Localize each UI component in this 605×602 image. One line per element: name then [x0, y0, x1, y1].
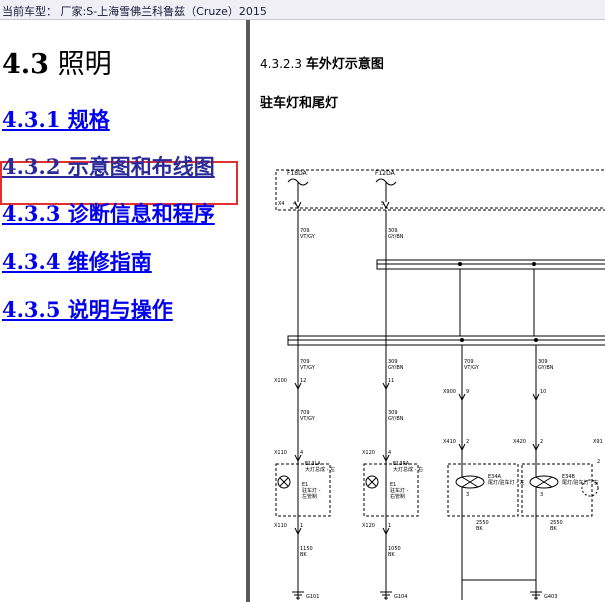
pin-x420-b: 3	[540, 492, 543, 498]
connector-x110-label: X110	[274, 450, 287, 456]
chapter-number: 4.3	[2, 49, 49, 80]
connector-x4-label: X4	[278, 201, 285, 207]
splice-dot-3	[460, 338, 464, 342]
pin-x410-a: 2	[466, 439, 469, 445]
fuse-block-outline	[275, 169, 605, 211]
wire-w6-color: GY/BN	[538, 365, 554, 371]
toc-link-repair[interactable]: 4.3.4 维修指南	[2, 246, 152, 276]
splice-dot-4	[534, 338, 538, 342]
wire-w4-color: GY/BN	[388, 365, 404, 371]
toc-link-diagnostics[interactable]: 4.3.3 诊断信息和程序	[2, 198, 215, 228]
toc-link-specs[interactable]: 4.3.1 规格	[2, 104, 110, 134]
lamp-name-mid: 大灯总成 - 右	[393, 466, 423, 473]
connector-x420-label: X420	[513, 439, 526, 445]
toc-link-schematics[interactable]: 4.3.2 示意图和布线图	[2, 151, 215, 181]
pin-x900-a: 9	[466, 389, 469, 395]
wire-w3-color: VT/GY	[300, 365, 316, 371]
lamp-name-tail-right: 尾灯/驻车灯 - 右	[562, 479, 599, 486]
toc-link-description[interactable]: 4.3.5 说明与操作	[2, 294, 173, 324]
pin-x410-b: 3	[466, 492, 469, 498]
ground-label-g403: G403	[544, 594, 557, 600]
fuse-label-1: F18DA	[287, 170, 308, 177]
lamp-box-tail-left	[447, 463, 519, 517]
lamp-name-tail-left: 尾灯/驻车灯 - 左	[488, 479, 525, 486]
lamp-box-tail-right	[521, 463, 593, 517]
chapter-title: 照明	[57, 49, 112, 80]
tail-bulb-left	[455, 475, 485, 489]
ground-label-g104: G104	[394, 594, 407, 600]
connector-x110-lower-label: X110	[274, 523, 287, 529]
content-pane: 4.3.2.3 车外灯示意图 驻车灯和尾灯 F18DA F12DA X4 4 5…	[250, 20, 605, 602]
wire-w10-color: BK	[388, 552, 395, 558]
splice-dot-1	[458, 262, 462, 266]
wire-w7-color: VT/GY	[300, 416, 316, 422]
wire-w1-color: VT/GY	[300, 234, 316, 240]
ground-label-g101: G101	[306, 594, 319, 600]
pin-x420-a: 2	[540, 439, 543, 445]
connector-x120-lower-label: X120	[362, 523, 375, 529]
connector-x900-label: X900	[443, 389, 456, 395]
connector-x410-label: X410	[443, 439, 456, 445]
wire-w5-color: VT/GY	[464, 365, 480, 371]
wire-w2-color: GY/BN	[388, 234, 404, 240]
wire-w11-color: BK	[476, 526, 483, 532]
pin-x900-b: 10	[540, 389, 546, 395]
connector-x120-label: X120	[362, 450, 375, 456]
fuse-label-2: F12DA	[375, 170, 396, 177]
pin-x91-a: 2	[597, 459, 600, 465]
vehicle-info-bar: 当前车型： 厂家:S-上海雪佛兰科鲁兹（Cruze）2015	[0, 0, 605, 20]
vehicle-info-text: 当前车型： 厂家:S-上海雪佛兰科鲁兹（Cruze）2015	[2, 5, 267, 18]
lamp-sub-left: E1 驻车灯 -左管制	[302, 482, 321, 500]
wire-w9-color: BK	[300, 552, 307, 558]
lamp-sub-mid: E1 驻车灯 -右管制	[390, 482, 409, 500]
wiring-diagram: F18DA F12DA X4 4 5 709 VT/GY 309 GY/BN 7…	[274, 169, 605, 600]
connector-x91-label: X91	[593, 439, 603, 445]
lamp-name-left: 大灯总成 - 左	[305, 466, 335, 473]
connector-x100-label: X100	[274, 378, 287, 384]
tail-bulb-right	[529, 475, 559, 489]
chapter-heading: 4.3 照明	[2, 42, 112, 81]
wire-w8-color: GY/BN	[388, 416, 404, 422]
splice-dot-2	[532, 262, 536, 266]
wire-w12-color: BK	[550, 526, 557, 532]
toc-pane: 4.3 照明 4.3.1 规格 4.3.2 示意图和布线图 4.3.3 诊断信息…	[0, 20, 246, 602]
